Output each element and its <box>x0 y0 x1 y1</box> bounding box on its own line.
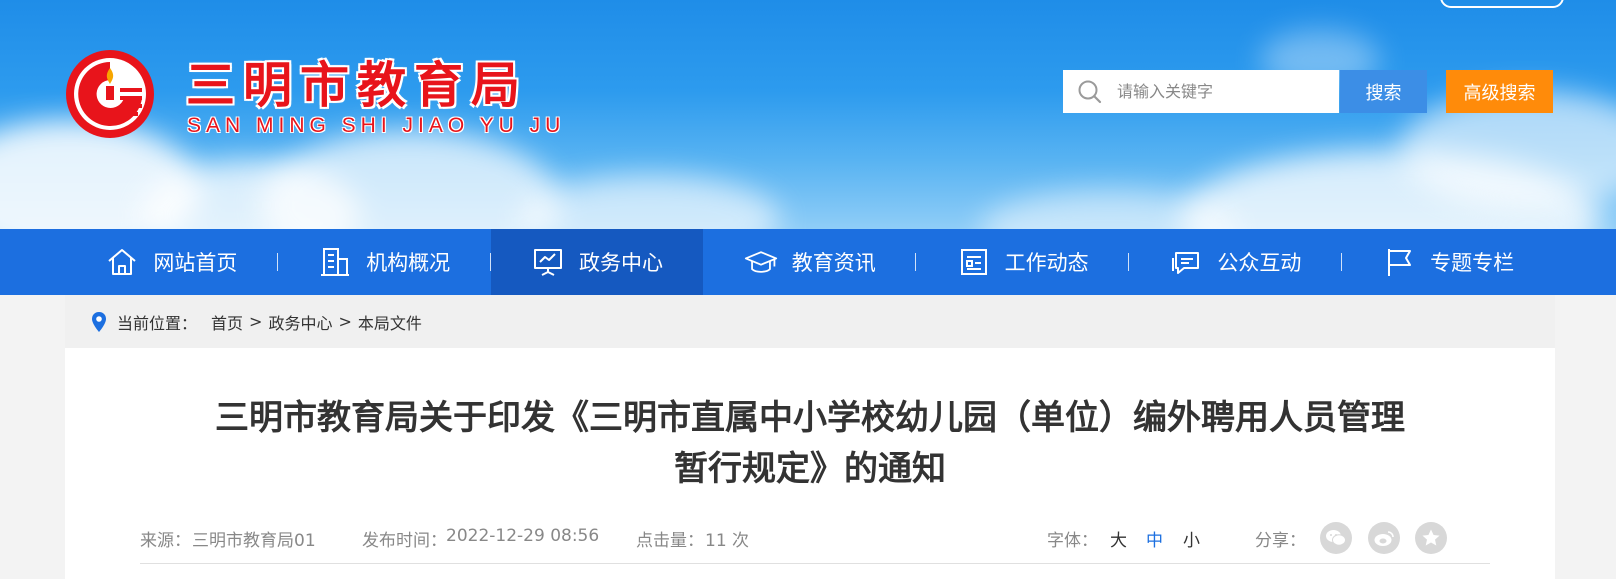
nav-item-label: 公众互动 <box>1217 251 1302 275</box>
breadcrumb-home-link[interactable]: 首页 <box>211 310 243 334</box>
share-label: 分享： <box>1255 531 1306 551</box>
flag-icon <box>1382 245 1416 279</box>
presentation-icon <box>531 245 565 279</box>
nav-item-special-topics[interactable]: 专题专栏 <box>1342 229 1555 295</box>
source-value: 三明市教育局01 <box>192 531 316 551</box>
article-title-line: 暂行规定》的通知 <box>674 449 946 489</box>
graduation-cap-icon <box>744 245 778 279</box>
nav-item-government-center[interactable]: 政务中心 <box>490 229 704 295</box>
font-size-medium-button[interactable]: 中 <box>1146 526 1163 551</box>
location-pin-icon <box>91 311 107 333</box>
cloud-decoration <box>520 175 780 229</box>
breadcrumb-separator: > <box>338 312 352 331</box>
document-list-icon <box>957 245 991 279</box>
source-label: 来源： <box>140 531 191 551</box>
published-label: 发布时间： <box>362 531 447 551</box>
published-value: 2022-12-29 08:56 <box>446 526 600 546</box>
favorite-share-icon[interactable] <box>1415 522 1447 554</box>
meta-divider <box>140 563 1490 564</box>
search-icon <box>1063 79 1117 105</box>
logo-emblem-icon[interactable] <box>64 48 156 140</box>
nav-item-label: 教育资讯 <box>791 251 876 275</box>
building-icon <box>318 245 352 279</box>
chat-icon <box>1169 245 1203 279</box>
header-banner: 三明市教育局 SAN MING SHI JIAO YU JU 搜索 高级搜索 <box>0 0 1616 229</box>
breadcrumb-bureau-documents-link[interactable]: 本局文件 <box>358 310 422 334</box>
cloud-decoration <box>260 130 560 229</box>
font-size-small-button[interactable]: 小 <box>1183 526 1200 551</box>
breadcrumb-government-center-link[interactable]: 政务中心 <box>268 310 332 334</box>
nav-item-public-interaction[interactable]: 公众互动 <box>1129 229 1342 295</box>
font-size-label: 字体： <box>1047 531 1098 551</box>
search-box <box>1063 70 1339 113</box>
wechat-share-icon[interactable] <box>1320 522 1352 554</box>
home-icon <box>105 245 139 279</box>
content-panel: 当前位置： 首页 > 政务中心 > 本局文件 三明市教育局关于印发《三明市直属中… <box>65 295 1555 579</box>
article-title: 三明市教育局关于印发《三明市直属中小学校幼儿园（单位）编外聘用人员管理 暂行规定… <box>135 393 1485 495</box>
top-link-pill[interactable] <box>1440 0 1564 8</box>
breadcrumb: 当前位置： 首页 > 政务中心 > 本局文件 <box>65 295 1555 348</box>
search-button[interactable]: 搜索 <box>1340 70 1427 113</box>
article-title-line: 三明市教育局关于印发《三明市直属中小学校幼儿园（单位）编外聘用人员管理 <box>215 398 1405 438</box>
breadcrumb-separator: > <box>249 312 263 331</box>
site-title-pinyin: SAN MING SHI JIAO YU JU <box>187 114 566 137</box>
nav-item-label: 工作动态 <box>1004 251 1089 275</box>
site-title: 三明市教育局 <box>186 57 529 114</box>
font-size-large-button[interactable]: 大 <box>1110 526 1127 551</box>
clicks-value: 11 次 <box>705 531 750 551</box>
nav-item-work-updates[interactable]: 工作动态 <box>916 229 1129 295</box>
nav-item-education-news[interactable]: 教育资讯 <box>703 229 917 295</box>
search-input[interactable] <box>1117 82 1327 101</box>
nav-item-organization[interactable]: 机构概况 <box>278 229 491 295</box>
nav-item-home[interactable]: 网站首页 <box>65 229 278 295</box>
clicks-label: 点击量： <box>636 531 704 551</box>
weibo-share-icon[interactable] <box>1368 522 1400 554</box>
advanced-search-button[interactable]: 高级搜索 <box>1446 70 1553 113</box>
nav-item-label: 网站首页 <box>153 251 238 275</box>
nav-item-label: 专题专栏 <box>1430 251 1515 275</box>
article-meta: 来源： 三明市教育局01 发布时间： 2022-12-29 08:56 点击量：… <box>140 522 1490 554</box>
breadcrumb-label: 当前位置： <box>117 313 198 333</box>
nav-item-label: 机构概况 <box>366 251 451 275</box>
nav-item-label: 政务中心 <box>578 251 663 275</box>
main-nav: 网站首页 机构概况 政务中心 教育资讯 工作动态 公众互动 专题专栏 <box>0 229 1616 295</box>
